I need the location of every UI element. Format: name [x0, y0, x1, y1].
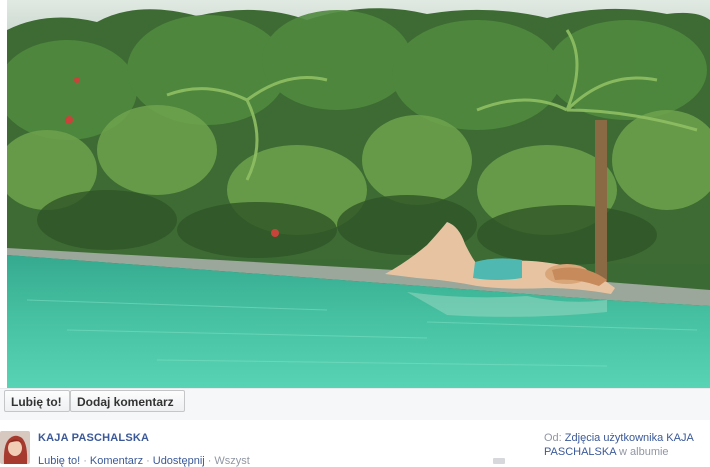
source-suffix: w albumie	[619, 446, 669, 458]
profile-picture-icon	[0, 431, 30, 464]
separator: ·	[83, 455, 87, 467]
author-name[interactable]: KAJA PASCHALSKA	[38, 432, 149, 444]
avatar[interactable]	[0, 431, 30, 464]
like-link[interactable]: Lubię to!	[38, 455, 80, 467]
photo-source: Od: Zdjęcia użytkownika KAJA PASCHALSKA …	[544, 431, 710, 459]
source-prefix: Od:	[544, 432, 562, 444]
separator: ·	[207, 455, 212, 467]
separator: ·	[146, 455, 150, 467]
comment-link[interactable]: Komentarz	[90, 455, 143, 467]
photo-action-bar: Lubię to! Dodaj komentarz	[0, 388, 710, 420]
add-comment-button[interactable]: Dodaj komentarz	[70, 390, 185, 412]
pool-jungle-photo	[7, 0, 710, 388]
share-link[interactable]: Udostępnij	[153, 455, 205, 467]
post-action-links: Lubię to! · Komentarz · Udostępnij · Wszyst	[38, 455, 250, 467]
like-button[interactable]: Lubię to!	[4, 390, 70, 412]
post-photo[interactable]	[7, 0, 710, 388]
chevron-down-icon[interactable]	[493, 458, 505, 464]
more-link[interactable]: Wszyst	[214, 455, 249, 467]
